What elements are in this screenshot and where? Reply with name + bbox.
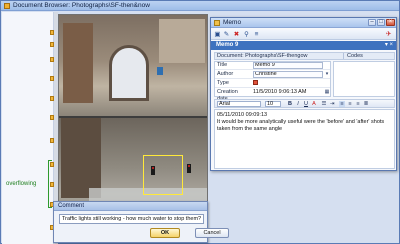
- italic-button[interactable]: I: [295, 101, 301, 107]
- property-row-author: Author Christine ▾: [215, 71, 330, 79]
- format-toolbar: Arial 10 B I U A ☰ ⇥ ≡ ≡ ≡ ≣: [214, 99, 395, 108]
- property-row-type: Type: [215, 80, 330, 88]
- comment-input[interactable]: Traffic lights still working - how much …: [59, 214, 204, 224]
- justify-icon[interactable]: ≣: [363, 101, 369, 107]
- memo-window: Memo – □ × ▣ ✎ ✖ ⚲ ≡ ✈ Memo 9 ▾ × Docume…: [210, 17, 397, 171]
- photo-before: [59, 15, 207, 117]
- font-size-select[interactable]: 10: [265, 101, 281, 107]
- type-field[interactable]: [253, 80, 323, 87]
- memo-window-title: Memo: [223, 19, 242, 26]
- delete-icon[interactable]: ✖: [233, 31, 240, 38]
- comment-dialog-title[interactable]: Comment: [54, 202, 207, 211]
- memo-type-icon[interactable]: [253, 80, 258, 85]
- font-color-button[interactable]: A: [311, 101, 317, 107]
- photo-building: [159, 19, 205, 63]
- document-path: Document: Photographs\SF-thengow: [217, 53, 308, 59]
- align-center-icon[interactable]: ≡: [347, 101, 353, 107]
- memo-toolbar: ▣ ✎ ✖ ⚲ ≡ ✈: [211, 29, 396, 40]
- new-memo-icon[interactable]: ✎: [223, 31, 230, 38]
- underline-button[interactable]: U: [303, 101, 309, 107]
- property-row-title: Title Memo 9: [215, 62, 330, 70]
- cancel-button[interactable]: Cancel: [195, 228, 229, 238]
- coding-bracket[interactable]: [48, 160, 52, 208]
- save-icon[interactable]: ▣: [214, 31, 221, 38]
- author-field[interactable]: Christine: [253, 71, 323, 78]
- properties-icon[interactable]: ≡: [253, 31, 260, 38]
- column-divider: [343, 53, 344, 59]
- memo-body-line: It would be more analytically useful wer…: [217, 119, 385, 125]
- property-label: Title: [217, 62, 228, 68]
- document-header-row: Document: Photographs\SF-thengow Codes: [214, 52, 395, 60]
- memo-timestamp: 05/11/2010 09:09:13: [217, 112, 268, 118]
- title-field[interactable]: Memo 9: [253, 62, 323, 69]
- font-select[interactable]: Arial: [217, 101, 261, 107]
- creation-date-value: 11/5/2010 9:06:13 AM: [253, 89, 307, 95]
- annotation-gutter: overflowing: [2, 12, 54, 244]
- memo-tab-bar: Memo 9 ▾ ×: [211, 41, 396, 50]
- ok-button[interactable]: OK: [150, 228, 180, 238]
- document-browser-title: Document Browser: Photographs\SF-then&no…: [13, 2, 150, 9]
- photo-building: [63, 23, 93, 103]
- memo-tab[interactable]: Memo 9: [213, 41, 241, 50]
- memo-body-line: taken from the same angle: [217, 126, 283, 132]
- coding-bracket-label[interactable]: overflowing: [6, 181, 36, 187]
- property-row-creation-date: Creation date 11/5/2010 9:06:13 AM ▦: [215, 89, 331, 102]
- property-label: Type: [217, 80, 229, 86]
- photo-building: [61, 118, 101, 198]
- minimize-button[interactable]: –: [368, 19, 376, 26]
- memo-titlebar[interactable]: Memo – □ ×: [211, 18, 396, 28]
- document-browser-window: Document Browser: Photographs\SF-then&no…: [0, 0, 400, 244]
- maximize-button[interactable]: □: [377, 19, 385, 26]
- document-browser-titlebar[interactable]: Document Browser: Photographs\SF-then&no…: [1, 1, 399, 11]
- calendar-icon[interactable]: ▦: [323, 89, 331, 96]
- indent-icon[interactable]: ⇥: [329, 101, 335, 107]
- close-button[interactable]: ×: [386, 19, 395, 26]
- codes-list[interactable]: [333, 61, 395, 97]
- bullets-icon[interactable]: ☰: [321, 101, 327, 107]
- pin-icon[interactable]: ✈: [385, 31, 392, 38]
- memo-properties: Title Memo 9 Author Christine ▾ Type Cre…: [214, 61, 331, 102]
- property-label: Author: [217, 71, 234, 77]
- photo-street-sign: [157, 67, 163, 75]
- align-right-icon[interactable]: ≡: [355, 101, 361, 107]
- codes-header: Codes: [347, 53, 363, 59]
- link-icon[interactable]: ⚲: [243, 31, 250, 38]
- author-dropdown-icon[interactable]: ▾: [323, 71, 331, 78]
- memo-pane-controls[interactable]: ▾ ×: [385, 41, 393, 50]
- traffic-light-icon: [187, 164, 191, 173]
- comment-dialog: Comment Traffic lights still working - h…: [53, 201, 229, 243]
- memo-icon: [214, 20, 220, 26]
- photo-archway: [109, 45, 149, 101]
- memo-text-editor[interactable]: 05/11/2010 09:09:13 It would be more ana…: [214, 109, 395, 169]
- align-left-icon[interactable]: ≡: [339, 101, 345, 107]
- bold-button[interactable]: B: [287, 101, 293, 107]
- document-browser-icon: [4, 3, 10, 9]
- image-region-selection[interactable]: [143, 155, 183, 195]
